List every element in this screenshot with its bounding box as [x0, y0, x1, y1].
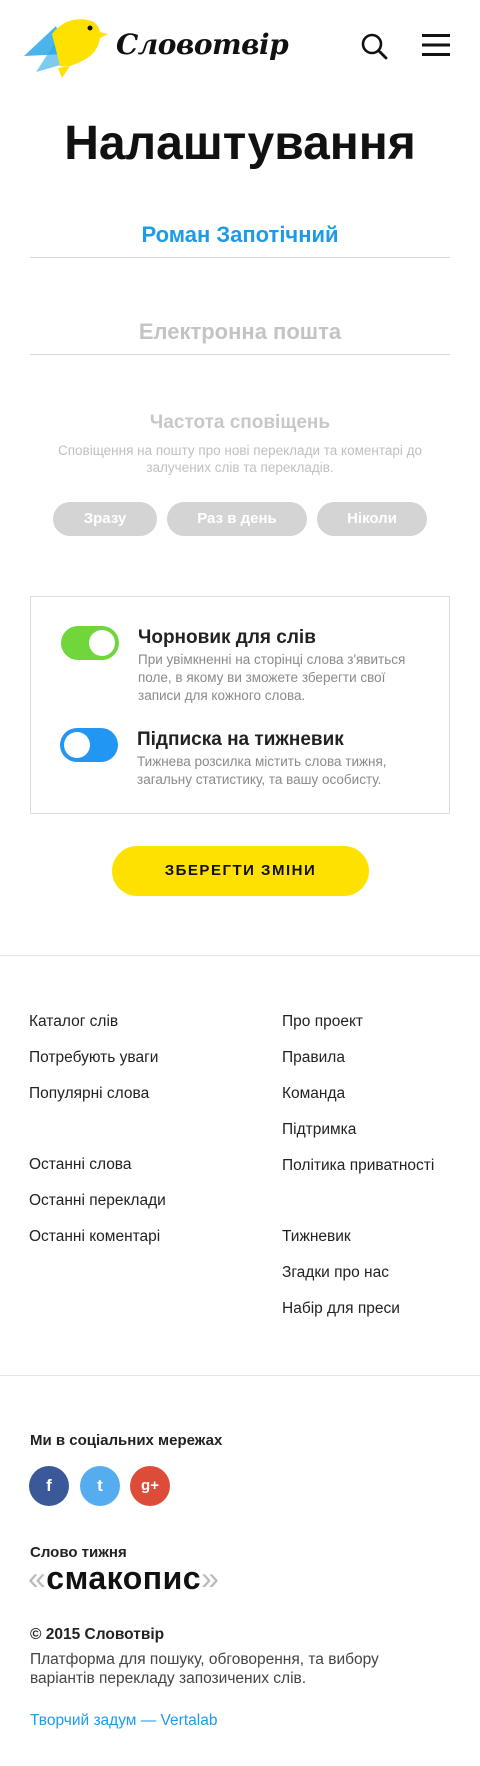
- footer-link-about[interactable]: Про проект: [282, 1013, 363, 1031]
- frequency-description: Сповіщення на пошту про нові переклади т…: [57, 443, 423, 475]
- word-of-week[interactable]: «смакопис»: [28, 1560, 219, 1597]
- footer-link-latest-translations[interactable]: Останні переклади: [29, 1192, 166, 1210]
- footer-link-latest-comments[interactable]: Останні коментарі: [29, 1228, 160, 1246]
- divider: [0, 955, 480, 956]
- frequency-title: Частота сповіщень: [149, 412, 331, 433]
- email-field[interactable]: [30, 309, 450, 355]
- footer-link-support[interactable]: Підтримка: [282, 1121, 356, 1139]
- credit-link[interactable]: Творчий задум — Vertalab: [30, 1712, 217, 1730]
- name-field[interactable]: [30, 212, 450, 258]
- footer-link-word-catalog[interactable]: Каталог слів: [29, 1013, 118, 1031]
- drafts-toggle-description: При увімкненні на сторінці слова з'явить…: [138, 652, 406, 703]
- divider: [0, 1375, 480, 1376]
- footer-link-press-mentions[interactable]: Згадки про нас: [282, 1264, 389, 1282]
- page-title: Налаштування: [64, 117, 416, 170]
- newsletter-toggle-description: Тижнева розсилка містить слова тижня, за…: [137, 754, 387, 787]
- footer-description: Платформа для пошуку, обговорення, та ви…: [30, 1651, 379, 1687]
- footer-link-team[interactable]: Команда: [282, 1085, 345, 1103]
- drafts-toggle[interactable]: [61, 626, 119, 660]
- footer-link-need-attention[interactable]: Потребують уваги: [29, 1049, 158, 1067]
- hamburger-menu-icon[interactable]: [422, 34, 450, 56]
- google-plus-icon[interactable]: g+: [130, 1466, 170, 1506]
- toggle-knob: [64, 732, 90, 758]
- toggle-settings-panel: Чорновик для слів При увімкненні на стор…: [30, 596, 450, 814]
- twitter-icon[interactable]: t: [80, 1466, 120, 1506]
- copyright: © 2015 Словотвір: [30, 1626, 165, 1643]
- save-changes-button[interactable]: ЗБЕРЕГТИ ЗМІНИ: [112, 846, 369, 896]
- facebook-icon[interactable]: f: [29, 1466, 69, 1506]
- word-of-week-text: смакопис: [46, 1560, 202, 1596]
- frequency-option-daily[interactable]: Раз в день: [167, 502, 307, 536]
- footer-link-weekly[interactable]: Тижневик: [282, 1228, 351, 1246]
- newsletter-toggle[interactable]: [60, 728, 118, 762]
- drafts-toggle-title: Чорновик для слів: [138, 627, 316, 648]
- frequency-option-never[interactable]: Ніколи: [317, 502, 427, 536]
- search-icon[interactable]: [360, 32, 388, 60]
- footer-link-privacy-policy[interactable]: Політика приватності: [282, 1157, 434, 1175]
- newsletter-toggle-title: Підписка на тижневик: [137, 729, 344, 750]
- social-title: Ми в соціальних мережах: [30, 1432, 223, 1449]
- logo-text[interactable]: Словотвір: [116, 28, 289, 61]
- bird-logo-icon[interactable]: [22, 14, 112, 78]
- header: Словотвір: [0, 0, 480, 100]
- word-of-week-title: Слово тижня: [30, 1544, 127, 1561]
- footer-link-rules[interactable]: Правила: [282, 1049, 345, 1067]
- toggle-knob: [89, 630, 115, 656]
- frequency-option-immediately[interactable]: Зразу: [53, 502, 157, 536]
- footer-link-press-kit[interactable]: Набір для преси: [282, 1300, 400, 1318]
- footer-link-popular-words[interactable]: Популярні слова: [29, 1085, 149, 1103]
- footer-link-latest-words[interactable]: Останні слова: [29, 1156, 132, 1174]
